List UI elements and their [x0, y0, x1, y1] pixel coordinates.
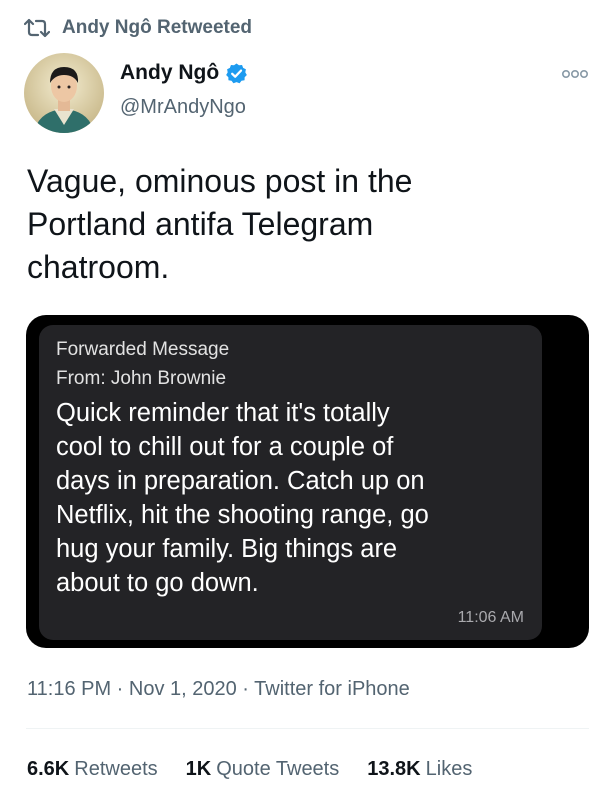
author-handle[interactable]: @MrAndyNgo [120, 96, 246, 119]
message-line: Quick reminder that it's totally [56, 399, 390, 427]
likes-stat[interactable]: 13.8K Likes [367, 758, 472, 781]
message-line: hug your family. Big things are [56, 535, 398, 563]
tweet-text-line: chatroom. [27, 249, 170, 285]
avatar[interactable] [24, 53, 104, 133]
message-line: cool to chill out for a couple of [56, 433, 394, 461]
tweet-text: Vague, ominous post in the Portland anti… [27, 160, 587, 289]
message-line: Netflix, hit the shooting range, go [56, 501, 429, 529]
avatar-image [24, 53, 104, 133]
tweet-timestamp[interactable]: 11:16 PM · Nov 1, 2020 · Twitter for iPh… [27, 678, 410, 701]
divider [26, 728, 589, 729]
retweet-label[interactable]: Andy Ngô Retweeted [62, 17, 252, 39]
likes-count: 13.8K [367, 758, 421, 780]
likes-label: Likes [425, 758, 473, 780]
tweet-media-image[interactable]: Forwarded Message From: John Brownie Qui… [26, 315, 589, 648]
message-line: about to go down. [56, 569, 259, 597]
retweets-stat[interactable]: 6.6K Retweets [27, 758, 158, 781]
author-name-text[interactable]: Andy Ngô [120, 61, 219, 85]
tweet-text-line: Portland antifa Telegram [27, 206, 374, 242]
verified-badge-icon [225, 62, 248, 85]
forwarded-label: Forwarded Message [56, 339, 230, 360]
engagement-stats: 6.6K Retweets 1K Quote Tweets 13.8K Like… [27, 758, 500, 781]
author-name[interactable]: Andy Ngô [120, 61, 248, 85]
retweets-label: Retweets [74, 758, 158, 780]
retweet-icon [24, 18, 50, 38]
message-line: days in preparation. Catch up on [56, 467, 425, 495]
tweet-text-line: Vague, ominous post in the [27, 163, 413, 199]
quote-tweets-label: Quote Tweets [216, 758, 340, 780]
message-time: 11:06 AM [457, 609, 524, 626]
telegram-message-bubble: Forwarded Message From: John Brownie Qui… [39, 325, 542, 640]
message-text: Quick reminder that it's totally cool to… [56, 396, 536, 600]
quote-tweets-stat[interactable]: 1K Quote Tweets [186, 758, 340, 781]
retweet-header[interactable]: Andy Ngô Retweeted [24, 15, 252, 41]
forwarded-from: From: John Brownie [56, 368, 227, 389]
retweets-count: 6.6K [27, 758, 70, 780]
quote-tweets-count: 1K [185, 758, 212, 780]
more-options-icon[interactable] [560, 66, 590, 82]
